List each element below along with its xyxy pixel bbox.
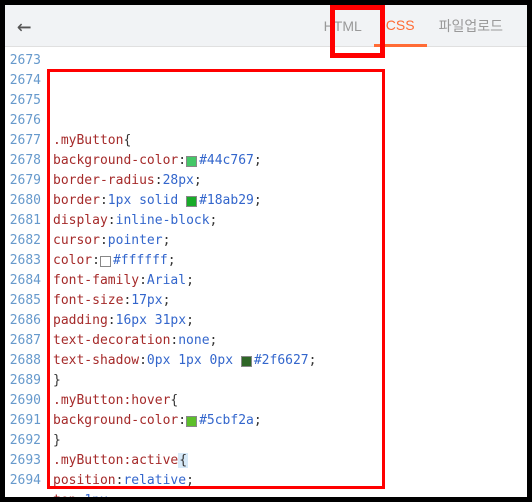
- code-line: font-size:17px;: [53, 291, 527, 311]
- code-area[interactable]: .myButton { background-color:#44c767; bo…: [45, 47, 527, 497]
- header: ← HTML CSS 파일업로드: [5, 5, 527, 47]
- line-number: 2675: [5, 91, 41, 111]
- line-number: 2689: [5, 371, 41, 391]
- code-line: border-radius:28px;: [53, 171, 527, 191]
- code-line: padding:16px 31px;: [53, 311, 527, 331]
- code-line: display:inline-block;: [53, 211, 527, 231]
- line-number: 2681: [5, 211, 41, 231]
- code-line: .myButton {: [53, 131, 527, 151]
- line-number: 2692: [5, 431, 41, 451]
- line-number: 2678: [5, 151, 41, 171]
- code-line: font-family:Arial;: [53, 271, 527, 291]
- code-line: .myButton:hover {: [53, 391, 527, 411]
- line-number: 2687: [5, 331, 41, 351]
- line-number: 2673: [5, 51, 41, 71]
- code-line: color:#ffffff;: [53, 251, 527, 271]
- tabs: HTML CSS 파일업로드: [312, 5, 515, 46]
- line-number: 2680: [5, 191, 41, 211]
- code-line: [53, 111, 527, 131]
- code-line: position:relative;: [53, 471, 527, 491]
- line-number: 2679: [5, 171, 41, 191]
- code-line: cursor:pointer;: [53, 231, 527, 251]
- line-number: 2691: [5, 411, 41, 431]
- line-number: 2685: [5, 291, 41, 311]
- line-number: 2683: [5, 251, 41, 271]
- code-line: }: [53, 431, 527, 451]
- code-line: top:1px;: [53, 491, 527, 502]
- line-number: 2688: [5, 351, 41, 371]
- line-number: 2684: [5, 271, 41, 291]
- line-number: 2674: [5, 71, 41, 91]
- tab-upload[interactable]: 파일업로드: [427, 5, 515, 46]
- editor: 2673267426752676267726782679268026812682…: [5, 47, 527, 497]
- line-number: 2686: [5, 311, 41, 331]
- code-line: border:1px solid #18ab29;: [53, 191, 527, 211]
- tab-html[interactable]: HTML: [312, 5, 374, 46]
- line-gutter: 2673267426752676267726782679268026812682…: [5, 47, 45, 497]
- code-line: .myButton:active {: [53, 451, 527, 471]
- line-number: 2690: [5, 391, 41, 411]
- code-line: background-color:#44c767;: [53, 151, 527, 171]
- tab-css[interactable]: CSS: [374, 6, 427, 47]
- app-frame: ← HTML CSS 파일업로드 26732674267526762677267…: [0, 0, 532, 502]
- code-line: text-decoration:none;: [53, 331, 527, 351]
- line-number: 2677: [5, 131, 41, 151]
- code-line: background-color:#5cbf2a;: [53, 411, 527, 431]
- code-line: text-shadow:0px 1px 0px #2f6627;: [53, 351, 527, 371]
- line-number: 2694: [5, 471, 41, 491]
- code-line: }: [53, 371, 527, 391]
- back-arrow-icon[interactable]: ←: [17, 12, 31, 40]
- line-number: 2693: [5, 451, 41, 471]
- line-number: 2682: [5, 231, 41, 251]
- line-number: 2676: [5, 111, 41, 131]
